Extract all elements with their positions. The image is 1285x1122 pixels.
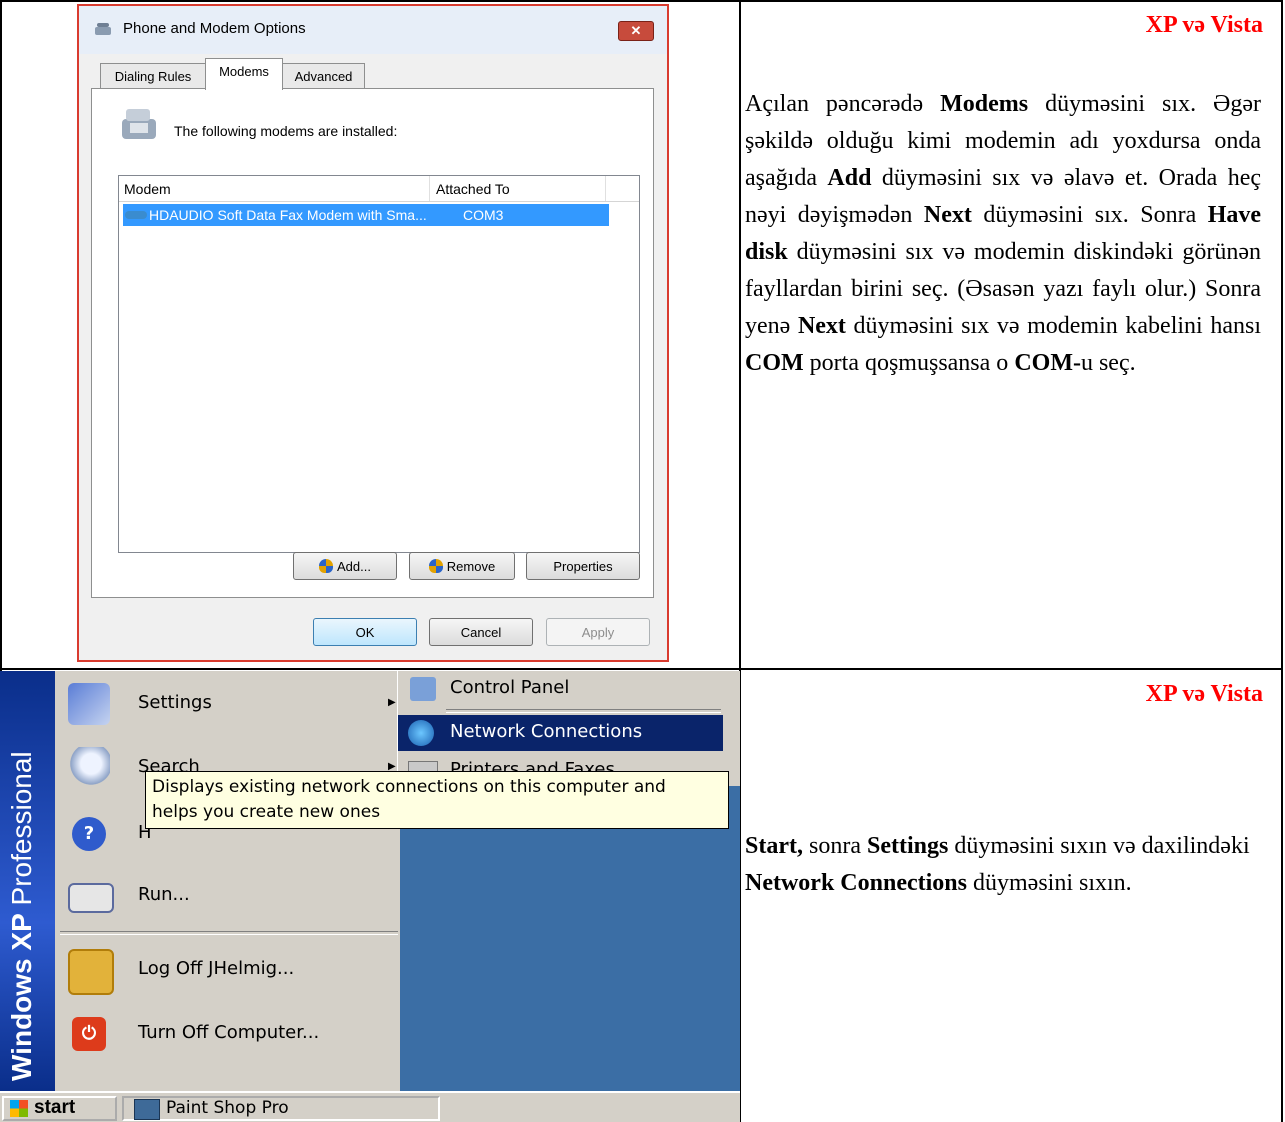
submenu-divider xyxy=(446,709,721,713)
tooltip: Displays existing network connections on… xyxy=(145,771,729,829)
column-modem[interactable]: Modem xyxy=(124,181,171,197)
search-icon xyxy=(68,747,110,789)
xp-side-banner: Windows XP Professional xyxy=(0,671,55,1091)
add-button[interactable]: Add... xyxy=(293,552,397,580)
desktop-background xyxy=(400,786,740,1111)
table-border-top xyxy=(0,0,1283,2)
chevron-right-icon: ▶ xyxy=(388,697,396,708)
modem-icon xyxy=(125,211,147,219)
apply-button[interactable]: Apply xyxy=(546,618,650,646)
settings-icon xyxy=(68,683,110,725)
properties-button[interactable]: Properties xyxy=(526,552,640,580)
column-separator xyxy=(605,176,606,201)
list-header: Modem Attached To xyxy=(119,176,639,202)
instruction-paragraph: Açılan pəncərədə Modems düyməsini sıx. Ə… xyxy=(745,91,1262,376)
xp-start-menu-screenshot: Windows XP Professional Settings ▶ Searc… xyxy=(0,671,740,1122)
key-icon xyxy=(68,949,114,995)
phone-icon xyxy=(95,23,111,35)
cancel-button[interactable]: Cancel xyxy=(429,618,533,646)
remove-button[interactable]: Remove xyxy=(409,552,515,580)
settings-submenu: Control Panel Network Connections Printe… xyxy=(397,671,723,786)
os-badge: XP və Vista xyxy=(1145,12,1263,38)
run-icon xyxy=(68,883,114,913)
shield-icon xyxy=(428,559,443,573)
menu-item-log-off[interactable]: Log Off JHelmig... xyxy=(60,943,400,999)
submenu-item-control-panel[interactable]: Control Panel xyxy=(398,671,723,707)
modem-name: HDAUDIO Soft Data Fax Modem with Sma... xyxy=(149,207,427,223)
tab-advanced[interactable]: Advanced xyxy=(282,63,365,89)
menu-item-run[interactable]: Run... xyxy=(60,869,400,925)
menu-item-settings[interactable]: Settings ▶ xyxy=(60,677,400,733)
column-separator xyxy=(429,176,430,201)
modems-panel: The following modems are installed: Mode… xyxy=(91,88,654,598)
menu-item-turn-off[interactable]: ⏻ Turn Off Computer... xyxy=(60,1007,400,1063)
taskbar-item-paint-shop-pro[interactable]: Paint Shop Pro xyxy=(122,1096,440,1121)
table-row[interactable]: HDAUDIO Soft Data Fax Modem with Sma... … xyxy=(123,204,609,226)
submenu-item-network-connections[interactable]: Network Connections xyxy=(398,715,723,751)
power-icon: ⏻ xyxy=(72,1017,106,1051)
network-icon xyxy=(408,720,434,746)
modem-port: COM3 xyxy=(463,207,504,223)
row-divider xyxy=(0,668,1283,670)
dialog-title: Phone and Modem Options xyxy=(123,20,306,37)
instruction-paragraph: Start, sonra Settings düyməsini sıxın və… xyxy=(745,833,1250,896)
taskbar: start Paint Shop Pro xyxy=(0,1091,740,1122)
start-button[interactable]: start xyxy=(2,1096,117,1121)
fax-icon xyxy=(122,109,156,139)
windows-logo-icon xyxy=(10,1100,28,1117)
help-icon: ? xyxy=(72,817,106,851)
menu-divider xyxy=(60,931,398,935)
table-border-right xyxy=(1281,0,1283,1122)
column-attached-to[interactable]: Attached To xyxy=(436,181,510,197)
paint-shop-icon xyxy=(134,1099,160,1120)
shield-icon xyxy=(319,559,334,573)
phone-modem-dialog: Phone and Modem Options ✕ Dialing Rules … xyxy=(77,4,669,662)
tab-modems[interactable]: Modems xyxy=(205,58,283,90)
ok-button[interactable]: OK xyxy=(313,618,417,646)
tab-dialing-rules[interactable]: Dialing Rules xyxy=(100,63,206,89)
control-panel-icon xyxy=(410,677,436,701)
dialog-titlebar: Phone and Modem Options ✕ xyxy=(79,6,667,54)
os-badge: XP və Vista xyxy=(1145,681,1263,707)
modems-header-text: The following modems are installed: xyxy=(174,123,398,139)
modem-list[interactable]: Modem Attached To HDAUDIO Soft Data Fax … xyxy=(118,175,640,553)
close-button[interactable]: ✕ xyxy=(618,21,654,41)
